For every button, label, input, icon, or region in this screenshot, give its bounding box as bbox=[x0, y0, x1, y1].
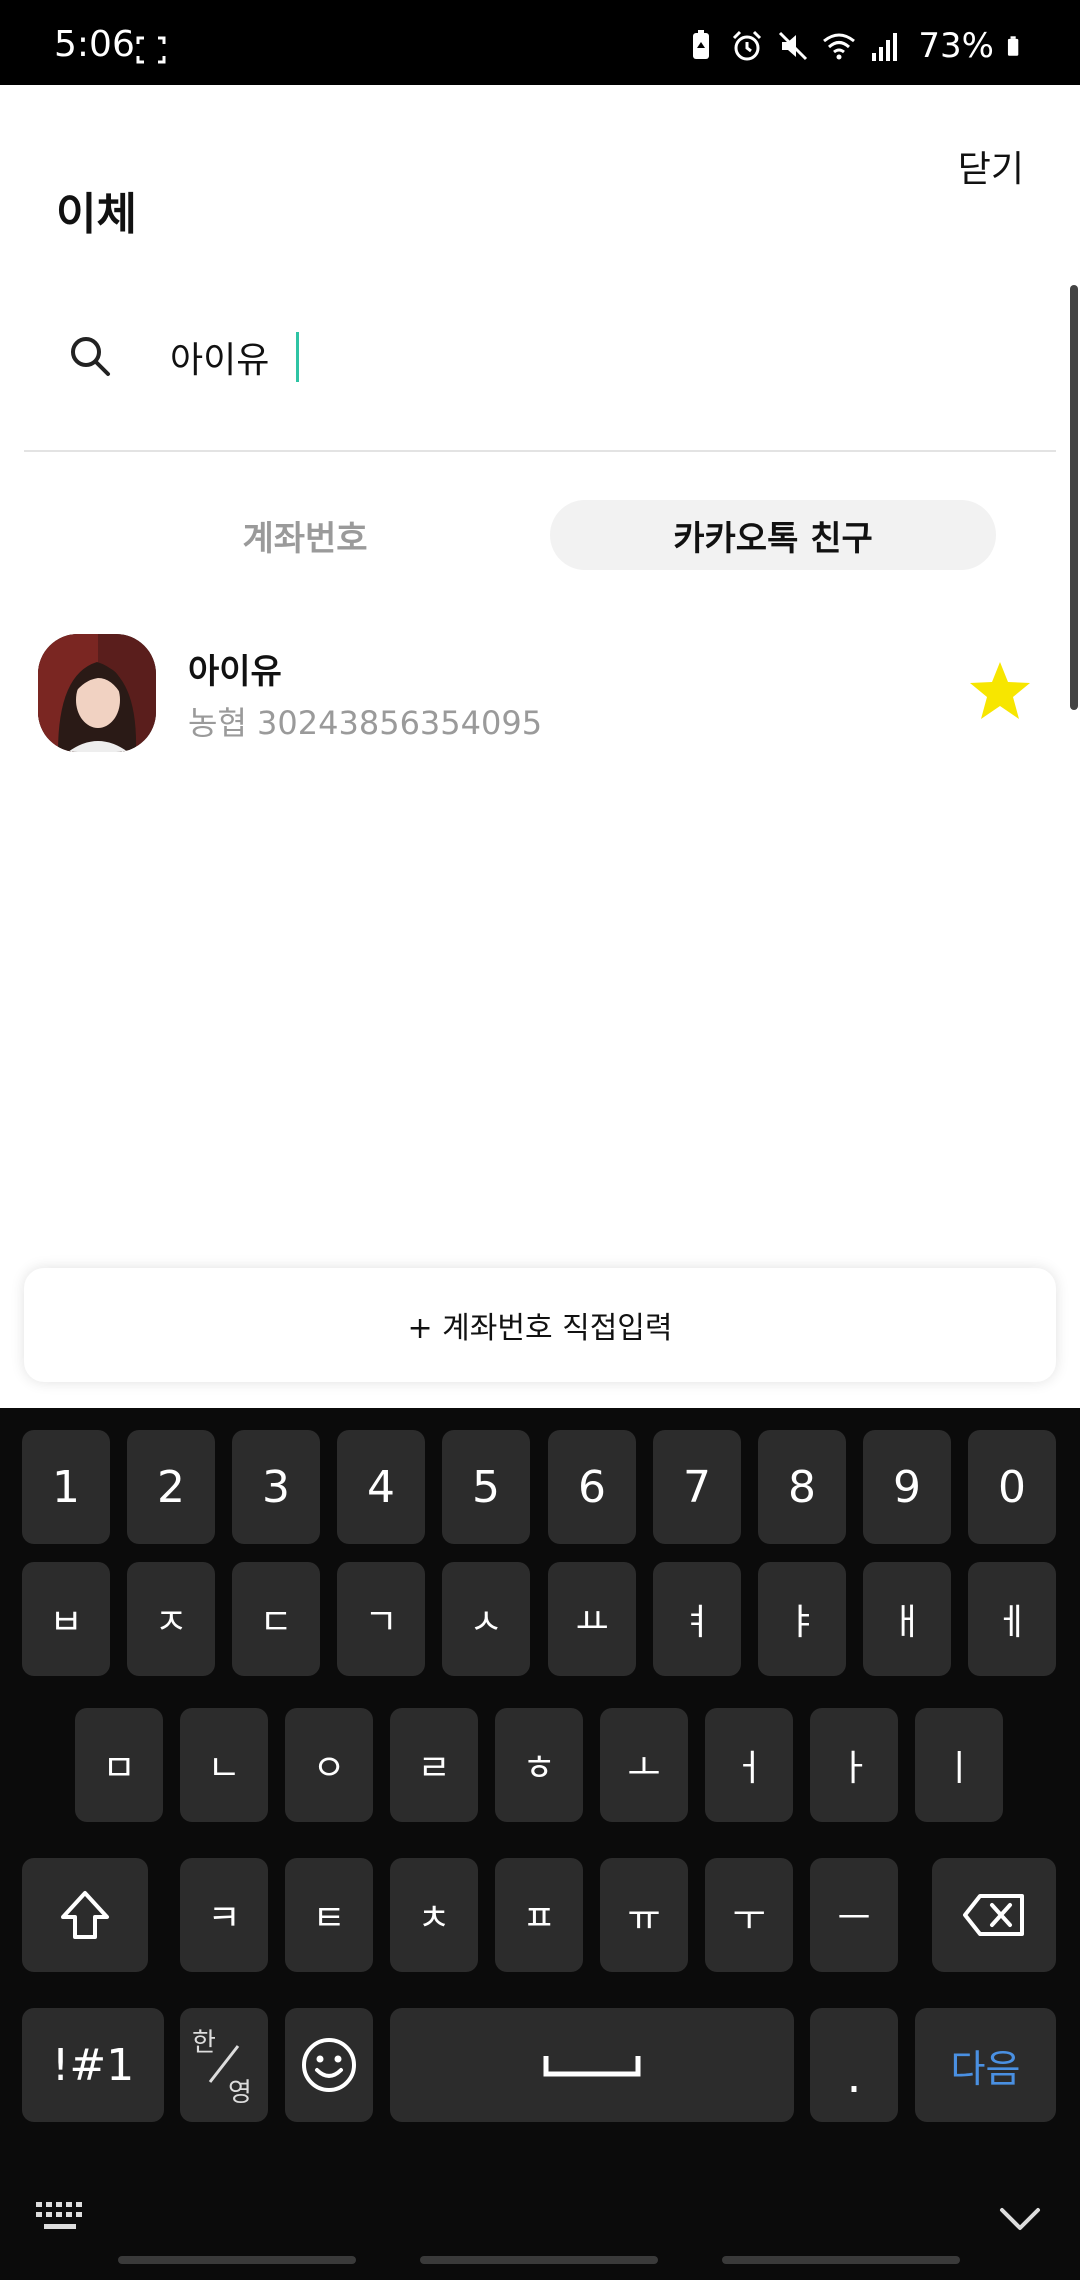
contact-name: 아이유 bbox=[188, 652, 282, 692]
space-icon bbox=[543, 2056, 641, 2077]
backspace-icon bbox=[963, 1894, 1024, 1936]
key-a[interactable]: ㅏ bbox=[810, 1708, 898, 1822]
page-title: 이체 bbox=[56, 189, 137, 240]
key-eo[interactable]: ㅓ bbox=[705, 1708, 793, 1822]
search-bar bbox=[24, 300, 1056, 452]
emoji-key[interactable] bbox=[285, 2008, 373, 2122]
status-bar: 5:06 73% bbox=[0, 0, 1080, 85]
key-eu[interactable]: ㅡ bbox=[810, 1858, 898, 1972]
tab-account-number[interactable]: 계좌번호 bbox=[82, 500, 528, 570]
key-digeut[interactable]: ㄷ bbox=[232, 1562, 320, 1676]
status-icons: 73% bbox=[684, 26, 1028, 66]
key-jieut[interactable]: ㅈ bbox=[127, 1562, 215, 1676]
star-icon[interactable] bbox=[968, 660, 1032, 722]
key-7[interactable]: 7 bbox=[653, 1430, 741, 1544]
period-key[interactable]: . bbox=[810, 2008, 898, 2122]
tab-kakaotalk-friends[interactable]: 카카오톡 친구 bbox=[550, 500, 996, 570]
spacebar-key[interactable] bbox=[390, 2008, 794, 2122]
wifi-icon bbox=[823, 33, 856, 60]
search-icon bbox=[71, 337, 110, 376]
direct-account-input-button[interactable]: + 계좌번호 직접입력 bbox=[24, 1268, 1056, 1382]
key-nieun[interactable]: ㄴ bbox=[180, 1708, 268, 1822]
key-3[interactable]: 3 bbox=[232, 1430, 320, 1544]
battery-percentage: 73% bbox=[918, 26, 994, 66]
key-o[interactable]: ㅗ bbox=[600, 1708, 688, 1822]
key-yeo[interactable]: ㅕ bbox=[653, 1562, 741, 1676]
key-tieut[interactable]: ㅌ bbox=[285, 1858, 373, 1972]
key-9[interactable]: 9 bbox=[863, 1430, 951, 1544]
key-4[interactable]: 4 bbox=[337, 1430, 425, 1544]
next-key[interactable]: 다음 bbox=[915, 2008, 1056, 2122]
key-6[interactable]: 6 bbox=[548, 1430, 636, 1544]
keyboard-toolbar-icon[interactable] bbox=[34, 2198, 86, 2238]
key-0[interactable]: 0 bbox=[968, 1430, 1056, 1544]
key-1[interactable]: 1 bbox=[22, 1430, 110, 1544]
key-ae[interactable]: ㅐ bbox=[863, 1562, 951, 1676]
contact-account: 농협 30243856354095 bbox=[188, 704, 543, 742]
symbols-key[interactable]: !#1 bbox=[22, 2008, 164, 2122]
battery-saver-icon bbox=[693, 30, 710, 59]
battery-icon bbox=[1007, 36, 1019, 56]
key-u[interactable]: ㅜ bbox=[705, 1858, 793, 1972]
key-8[interactable]: 8 bbox=[758, 1430, 846, 1544]
search-input[interactable] bbox=[170, 330, 990, 384]
key-ieung[interactable]: ㅇ bbox=[285, 1708, 373, 1822]
alarm-icon bbox=[733, 30, 762, 61]
key-yo[interactable]: ㅛ bbox=[548, 1562, 636, 1676]
key-kieuk[interactable]: ㅋ bbox=[180, 1858, 268, 1972]
status-time: 5:06 bbox=[54, 24, 135, 65]
scrollbar[interactable] bbox=[1070, 285, 1078, 710]
key-yu[interactable]: ㅠ bbox=[600, 1858, 688, 1972]
keyboard: 1 2 3 4 5 6 7 8 9 0 ㅂ ㅈ ㄷ ㄱ ㅅ ㅛ ㅕ ㅑ ㅐ ㅔ … bbox=[0, 1408, 1080, 2280]
chevron-down-icon[interactable] bbox=[998, 2204, 1042, 2234]
contact-list-item[interactable]: 아이유 농협 30243856354095 bbox=[24, 626, 1056, 760]
key-siot[interactable]: ㅅ bbox=[442, 1562, 530, 1676]
key-giyeok[interactable]: ㄱ bbox=[337, 1562, 425, 1676]
key-mieum[interactable]: ㅁ bbox=[75, 1708, 163, 1822]
key-e[interactable]: ㅔ bbox=[968, 1562, 1056, 1676]
backspace-key[interactable] bbox=[932, 1858, 1056, 1972]
screenshot-icon bbox=[136, 36, 166, 64]
mute-icon bbox=[779, 31, 808, 61]
key-5[interactable]: 5 bbox=[442, 1430, 530, 1544]
close-button[interactable]: 닫기 bbox=[958, 140, 1024, 192]
nav-handle-right[interactable] bbox=[722, 2256, 960, 2264]
shift-icon bbox=[61, 1891, 109, 1939]
key-bieup[interactable]: ㅂ bbox=[22, 1562, 110, 1676]
key-i[interactable]: ㅣ bbox=[915, 1708, 1003, 1822]
signal-icon bbox=[872, 33, 898, 61]
key-2[interactable]: 2 bbox=[127, 1430, 215, 1544]
key-chieut[interactable]: ㅊ bbox=[390, 1858, 478, 1972]
key-hieut[interactable]: ㅎ bbox=[495, 1708, 583, 1822]
avatar-image bbox=[38, 634, 156, 752]
tab-bar: 계좌번호 카카오톡 친구 bbox=[24, 500, 1056, 572]
key-rieul[interactable]: ㄹ bbox=[390, 1708, 478, 1822]
nav-handle-left[interactable] bbox=[118, 2256, 356, 2264]
nav-handle-center[interactable] bbox=[420, 2256, 658, 2264]
key-pieup[interactable]: ㅍ bbox=[495, 1858, 583, 1972]
shift-key[interactable] bbox=[22, 1858, 148, 1972]
lang-english-label: 영 bbox=[228, 2078, 252, 2108]
text-cursor bbox=[296, 332, 299, 382]
avatar bbox=[38, 634, 156, 752]
language-switch-key[interactable]: 한 영 bbox=[180, 2008, 268, 2122]
key-ya[interactable]: ㅑ bbox=[758, 1562, 846, 1676]
emoji-icon bbox=[302, 2038, 356, 2092]
